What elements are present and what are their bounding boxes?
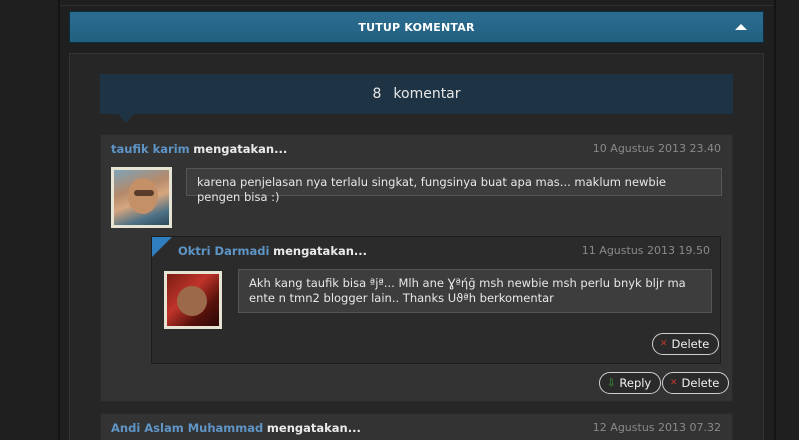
comment-header: Andi Aslam Muhammad mengatakan... (111, 421, 361, 435)
delete-button[interactable]: ✕ Delete (662, 372, 730, 394)
comment-says: mengatakan... (193, 142, 288, 156)
reply-avatar[interactable] (164, 271, 222, 329)
top-divider (60, 0, 774, 6)
comment-body: karena penjelasan nya terlalu singkat, f… (186, 168, 722, 204)
reply-button[interactable]: ⇩ Reply (599, 372, 662, 394)
avatar[interactable] (111, 167, 172, 228)
avatar-face (128, 178, 158, 214)
comment-count-label: komentar (393, 86, 461, 102)
comment-author-link[interactable]: Andi Aslam Muhammad (111, 421, 263, 435)
comment-author-link[interactable]: taufik karim (111, 142, 190, 156)
caret-up-icon (735, 24, 747, 30)
close-comments-toggle[interactable]: TUTUP KOMENTAR (69, 11, 764, 43)
delete-label: Delete (681, 376, 720, 390)
avatar-face (177, 286, 207, 316)
reply-corner-accent (152, 237, 172, 257)
toggle-label: TUTUP KOMENTAR (358, 20, 475, 34)
reply-item: Oktri Darmadi mengatakan... 11 Agustus 2… (151, 236, 721, 364)
x-icon: ✕ (660, 339, 668, 349)
comment-date-link[interactable]: 12 Agustus 2013 07.32 (593, 421, 721, 434)
frame-left-border (58, 0, 60, 440)
comment-says: mengatakan... (266, 421, 361, 435)
reply-label: Reply (619, 376, 652, 390)
reply-date-link[interactable]: 11 Agustus 2013 19.50 (582, 244, 710, 257)
comment-date-link[interactable]: 10 Agustus 2013 23.40 (593, 142, 721, 155)
comment-header: taufik karim mengatakan... (111, 142, 287, 156)
comment-count-header: 8 komentar (100, 74, 733, 114)
comment-item: taufik karim mengatakan... 10 Agustus 20… (100, 134, 733, 402)
delete-label: Delete (671, 337, 710, 351)
arrow-down-icon: ⇩ (607, 377, 616, 389)
reply-delete-button[interactable]: ✕ Delete (652, 333, 720, 355)
reply-author-link[interactable]: Oktri Darmadi (178, 244, 269, 258)
reply-says: mengatakan... (273, 244, 368, 258)
count-header-pointer (118, 114, 134, 123)
x-icon: ✕ (670, 378, 678, 388)
reply-body: Akh kang taufik bisa ªjª... Mlh ane Ɣªήğ… (238, 269, 712, 313)
comment-count-number: 8 (372, 86, 382, 102)
reply-header: Oktri Darmadi mengatakan... (178, 244, 367, 258)
comment-item: Andi Aslam Muhammad mengatakan... 12 Agu… (100, 413, 733, 440)
frame-right-border (774, 0, 776, 440)
avatar-mouth (134, 190, 154, 196)
